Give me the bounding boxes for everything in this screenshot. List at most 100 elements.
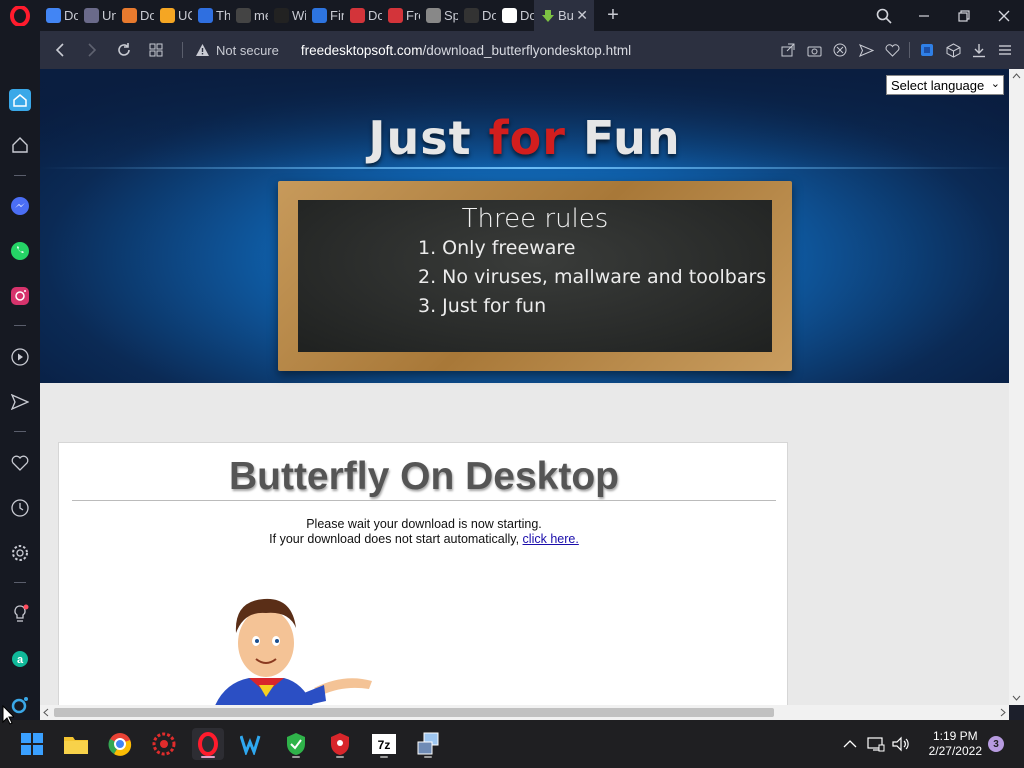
- history-icon[interactable]: [8, 496, 32, 520]
- tab-label: Dov: [368, 8, 382, 23]
- send-icon[interactable]: [853, 31, 879, 69]
- close-tab-icon[interactable]: ✕: [576, 7, 588, 24]
- tab-3[interactable]: UC: [154, 0, 192, 31]
- download-card: Butterfly On Desktop Please wait your do…: [58, 442, 788, 705]
- tab-6[interactable]: Wir: [268, 0, 306, 31]
- tab-label: The: [216, 8, 230, 23]
- tab-label: me: [254, 8, 268, 23]
- app-w-icon[interactable]: [236, 728, 268, 760]
- player-icon[interactable]: [8, 345, 32, 369]
- restore-button[interactable]: [944, 0, 984, 31]
- tab-8[interactable]: Dov: [344, 0, 382, 31]
- volume-icon[interactable]: [891, 734, 911, 754]
- google-icon: [46, 8, 61, 23]
- tab-active[interactable]: Bu ✕: [534, 0, 594, 31]
- chalkboard: Three rules 1. Only freeware 2. No virus…: [278, 181, 792, 371]
- taskbar: 7z 1:19 PM 2/27/2022 3: [0, 720, 1024, 768]
- chevron-up-icon[interactable]: [840, 734, 860, 754]
- date: 2/27/2022: [928, 744, 982, 758]
- horizontal-scrollbar[interactable]: [40, 705, 1009, 720]
- tab-grid-icon[interactable]: [140, 31, 172, 69]
- wiki-icon: [274, 8, 289, 23]
- extension-blue-icon[interactable]: [914, 31, 940, 69]
- downloads-icon[interactable]: [966, 31, 992, 69]
- adblock-icon[interactable]: [827, 31, 853, 69]
- vertical-scrollbar[interactable]: [1009, 69, 1024, 705]
- opera-menu-button[interactable]: [0, 0, 40, 31]
- tab-10[interactable]: Spe: [420, 0, 458, 31]
- url-path: /download_butterflyondesktop.html: [422, 42, 632, 58]
- tab-1[interactable]: Unl: [78, 0, 116, 31]
- tab-label: Dov: [482, 8, 496, 23]
- network-icon[interactable]: [866, 734, 886, 754]
- browser-window: Dov Unl Dov UC The me Wir Fire Dov Frec Spe DovDov …: [0, 0, 1024, 768]
- file-explorer-icon[interactable]: [60, 728, 92, 760]
- flow-send-icon[interactable]: [8, 390, 32, 414]
- settings-app-icon[interactable]: [148, 728, 180, 760]
- wait-text: Please wait your download is now startin…: [306, 517, 542, 531]
- fallback-text: If your download does not start automati…: [269, 532, 523, 546]
- shield-check-icon[interactable]: [280, 728, 312, 760]
- share-icon[interactable]: [775, 31, 801, 69]
- shield-red-icon[interactable]: [324, 728, 356, 760]
- tab-label: UC: [178, 8, 192, 23]
- whatsapp-icon[interactable]: [8, 239, 32, 263]
- page-icon: [236, 8, 251, 23]
- back-button[interactable]: [44, 31, 76, 69]
- uc-icon: [160, 8, 175, 23]
- chrome-icon[interactable]: [104, 728, 136, 760]
- vivaldi-icon: [84, 8, 99, 23]
- tab-label: Frec: [406, 8, 420, 23]
- reload-button[interactable]: [108, 31, 140, 69]
- instagram-icon[interactable]: [8, 284, 32, 308]
- security-indicator[interactable]: Not secure: [195, 43, 279, 58]
- divider: [14, 325, 26, 326]
- messenger-icon[interactable]: [8, 194, 32, 218]
- tab-list: Dov Unl Dov UC The me Wir Fire Dov Frec Spe Dov Dov: [40, 0, 534, 31]
- tab-9[interactable]: Frec: [382, 0, 420, 31]
- cube-icon[interactable]: [940, 31, 966, 69]
- camera-icon[interactable]: [801, 31, 827, 69]
- 7zip-icon[interactable]: 7z: [368, 728, 400, 760]
- tab-label: Dov: [64, 8, 78, 23]
- bookmarks-icon[interactable]: [8, 133, 32, 157]
- aria-icon[interactable]: a: [8, 647, 32, 671]
- tab-4[interactable]: The: [192, 0, 230, 31]
- home-icon[interactable]: [8, 88, 32, 112]
- softonic-icon: [122, 8, 137, 23]
- tab-label: Wir: [292, 8, 306, 23]
- forward-button[interactable]: [76, 31, 108, 69]
- tab-2[interactable]: Dov: [116, 0, 154, 31]
- click-here-link[interactable]: click here.: [523, 532, 579, 546]
- download-message: Please wait your download is now startin…: [59, 517, 789, 547]
- heart-icon[interactable]: [879, 31, 905, 69]
- search-tabs-icon[interactable]: [864, 0, 904, 31]
- easy-setup-icon[interactable]: [992, 31, 1018, 69]
- page-viewport: Just for Fun Three rules 1. Only freewar…: [40, 69, 1009, 705]
- heart-icon[interactable]: [8, 451, 32, 475]
- tab-11[interactable]: Dov: [458, 0, 496, 31]
- language-select[interactable]: Select language ⌄: [886, 75, 1004, 95]
- tab-label: Spe: [444, 8, 458, 23]
- settings-icon[interactable]: [8, 541, 32, 565]
- close-window-button[interactable]: [984, 0, 1024, 31]
- notification-badge[interactable]: 3: [988, 736, 1004, 752]
- url-field[interactable]: freedesktopsoft.com/download_butterflyon…: [301, 43, 631, 58]
- download-icon: [540, 8, 555, 23]
- installer-icon[interactable]: [412, 728, 444, 760]
- separator: [182, 42, 183, 58]
- windows-start-icon[interactable]: [16, 728, 48, 760]
- tab-7[interactable]: Fire: [306, 0, 344, 31]
- tab-12[interactable]: Dov: [496, 0, 534, 31]
- opera-taskbar-icon[interactable]: [192, 728, 224, 760]
- tips-bulb-icon[interactable]: [8, 602, 32, 626]
- tab-5[interactable]: me: [230, 0, 268, 31]
- tab-0[interactable]: Dov: [40, 0, 78, 31]
- warning-icon: [196, 44, 209, 56]
- new-tab-button[interactable]: +: [596, 0, 630, 31]
- redapp-icon: [350, 8, 365, 23]
- scrollbar-thumb[interactable]: [54, 708, 774, 717]
- clock[interactable]: 1:19 PM 2/27/2022: [929, 729, 982, 759]
- minimize-button[interactable]: [904, 0, 944, 31]
- hero-banner: Just for Fun Three rules 1. Only freewar…: [40, 69, 1009, 383]
